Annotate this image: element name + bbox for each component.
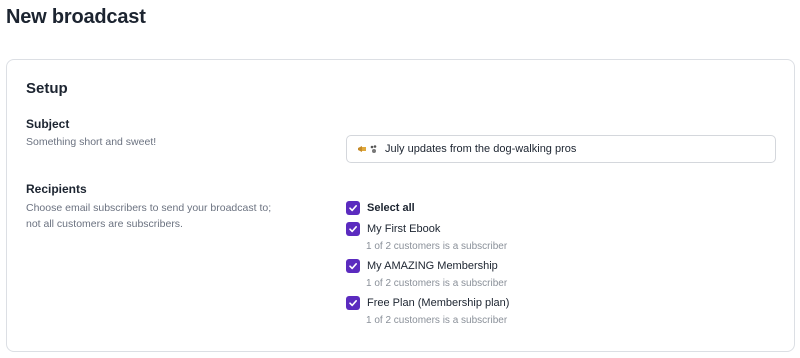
recipient-option-row[interactable]: My First Ebook (346, 222, 440, 236)
recipient-option-subtext: 1 of 2 customers is a subscriber (366, 241, 508, 252)
checkmark-icon (349, 263, 357, 270)
recipients-description-line1: Choose email subscribers to send your br… (26, 202, 272, 214)
recipients-description-line2: not all customers are subscribers. (26, 218, 183, 230)
checkmark-icon (349, 205, 357, 212)
recipient-option-label: Free Plan (Membership plan) (367, 297, 510, 309)
subject-emoji-prefix (357, 144, 379, 154)
recipient-option-row[interactable]: Free Plan (Membership plan) (346, 296, 509, 310)
select-all-row[interactable]: Select all (346, 201, 415, 215)
recipient-option-row[interactable]: My AMAZING Membership (346, 259, 498, 273)
section-title: Setup (26, 80, 68, 97)
subject-label: Subject (26, 117, 70, 131)
recipients-label: Recipients (26, 182, 87, 196)
checkmark-icon (349, 300, 357, 307)
paw-prints-icon (369, 144, 379, 154)
megaphone-icon (357, 144, 367, 154)
subject-input[interactable]: July updates from the dog-walking pros (346, 135, 776, 163)
checkmark-icon (349, 226, 357, 233)
recipient-checkbox[interactable] (346, 222, 360, 236)
recipient-checkbox[interactable] (346, 259, 360, 273)
subject-input-value: July updates from the dog-walking pros (385, 143, 577, 155)
recipient-option-label: My AMAZING Membership (367, 260, 498, 272)
recipient-checkbox[interactable] (346, 296, 360, 310)
setup-card: Setup Subject Something short and sweet!… (6, 59, 795, 352)
recipient-option-subtext: 1 of 2 customers is a subscriber (366, 315, 508, 326)
recipient-option-subtext: 1 of 2 customers is a subscriber (366, 278, 508, 289)
subject-description: Something short and sweet! (26, 136, 157, 148)
select-all-checkbox[interactable] (346, 201, 360, 215)
page-title: New broadcast (6, 6, 146, 28)
select-all-label: Select all (367, 202, 415, 214)
recipient-option-label: My First Ebook (367, 223, 441, 235)
